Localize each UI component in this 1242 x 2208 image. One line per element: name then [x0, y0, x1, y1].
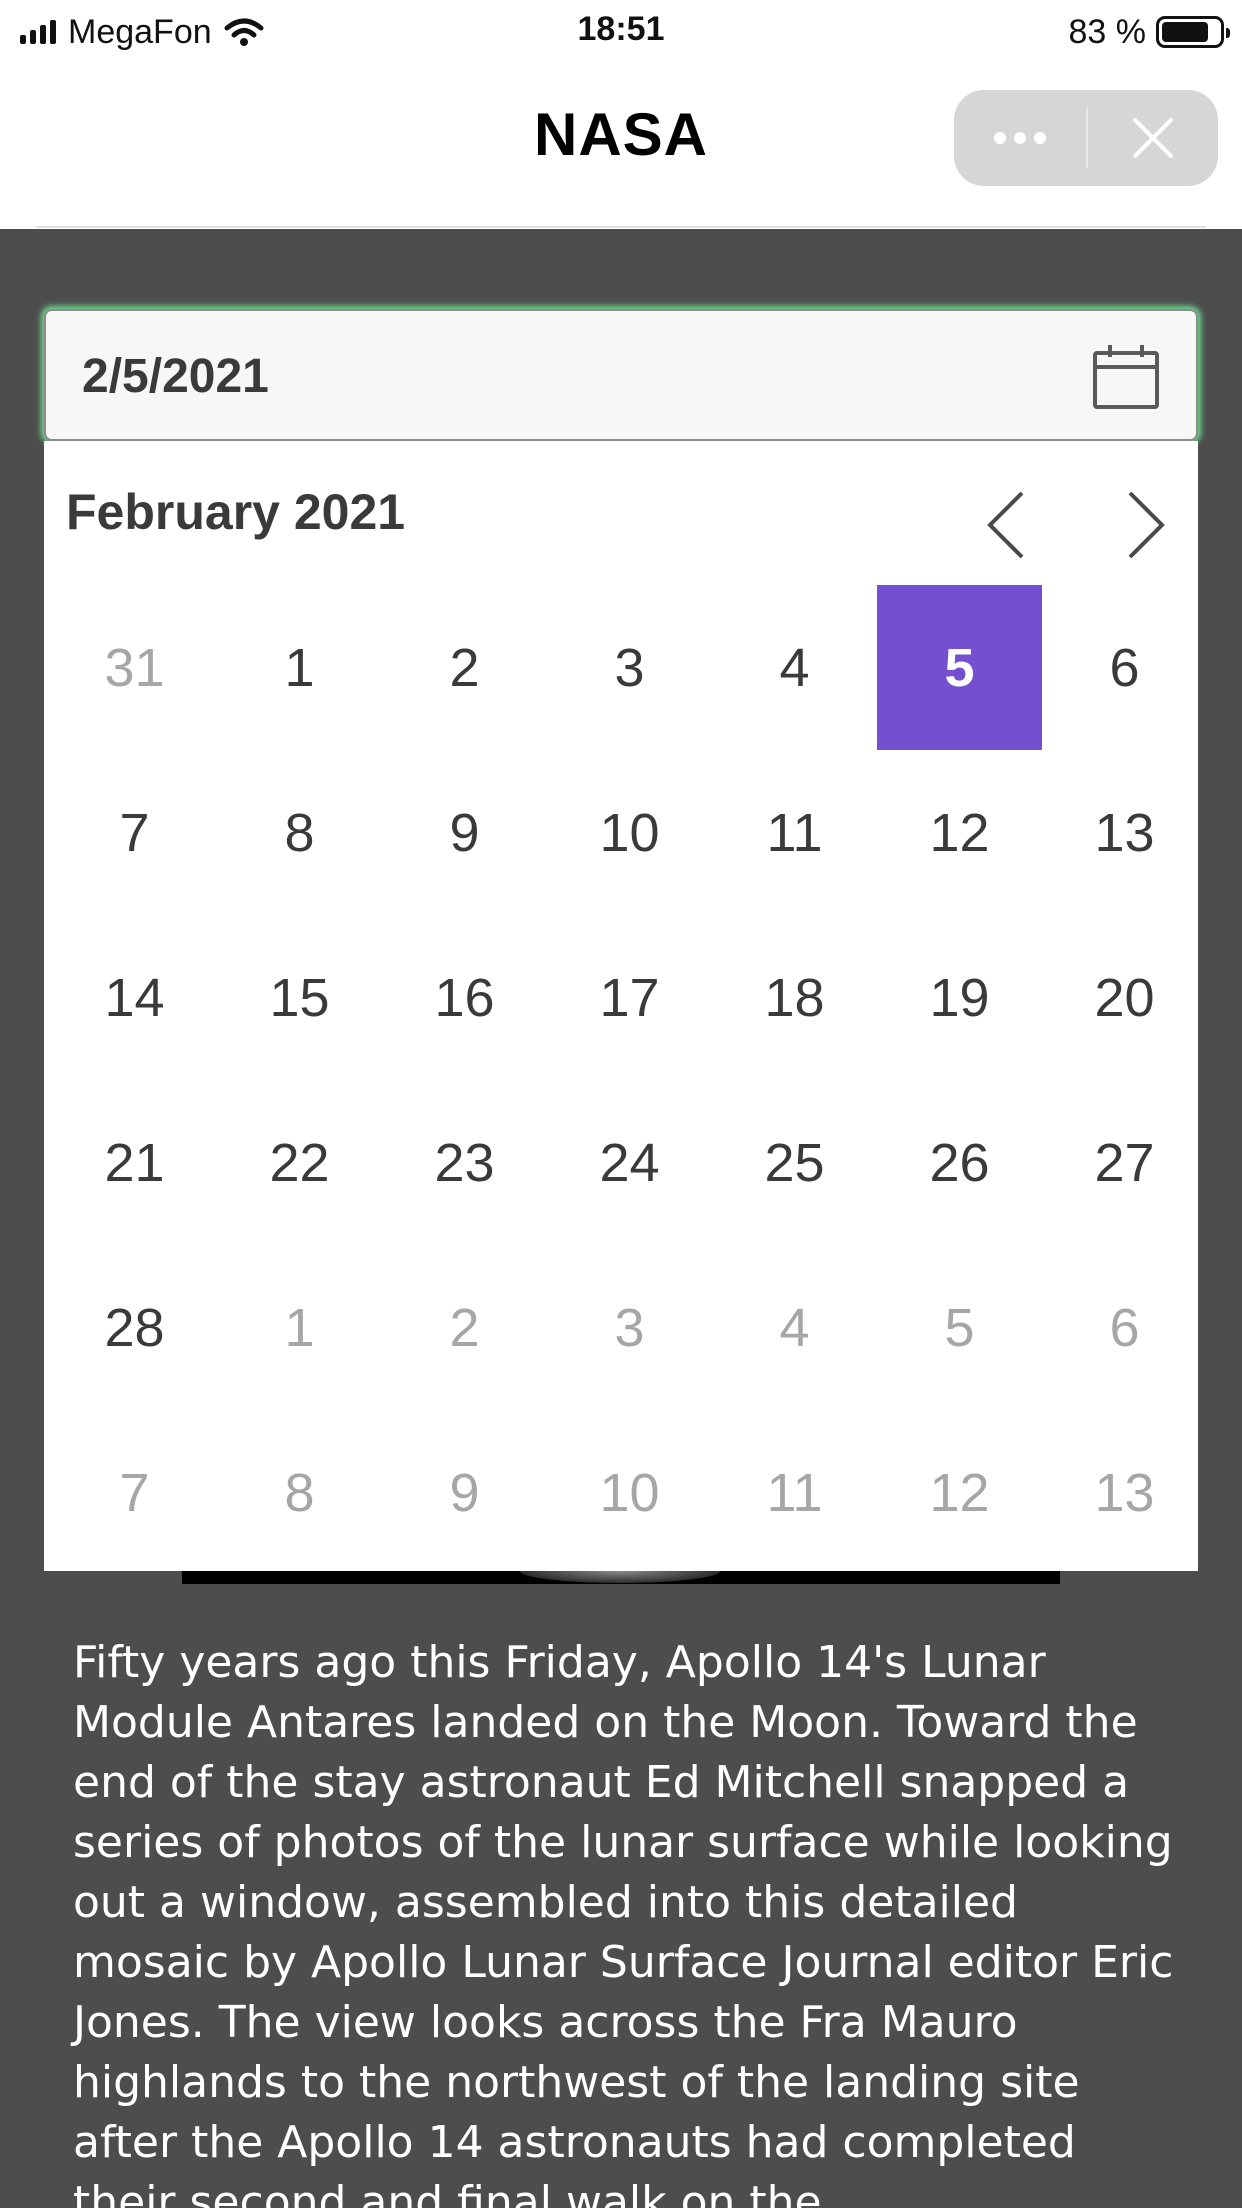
apod-image [182, 1571, 1060, 1584]
calendar-day[interactable]: 6 [1042, 585, 1207, 750]
calendar-day[interactable]: 15 [217, 915, 382, 1080]
calendar-day[interactable]: 1 [217, 1245, 382, 1410]
calendar-day[interactable]: 31 [52, 585, 217, 750]
calendar-day-grid: 31 1 2 3 4 5 6 7 8 9 10 11 12 13 14 15 16 17 18 19 20 21 22 23 2… [52, 585, 1207, 1575]
calendar-day[interactable]: 27 [1042, 1080, 1207, 1245]
calendar-day[interactable]: 2 [382, 585, 547, 750]
calendar-day[interactable]: 14 [52, 915, 217, 1080]
mini-program-capsule [954, 90, 1218, 186]
calendar-day[interactable]: 18 [712, 915, 877, 1080]
calendar-day[interactable]: 3 [547, 585, 712, 750]
apod-description: Fifty years ago this Friday, Apollo 14's… [73, 1637, 1174, 2208]
calendar-day[interactable]: 11 [712, 750, 877, 915]
status-bar: MegaFon 18:51 83 % [0, 0, 1242, 62]
calendar-day[interactable]: 26 [877, 1080, 1042, 1245]
calendar-day[interactable]: 12 [877, 750, 1042, 915]
calendar-day[interactable]: 19 [877, 915, 1042, 1080]
battery-level [1162, 22, 1209, 42]
calendar-day[interactable]: 7 [52, 1410, 217, 1575]
calendar-month-label: February 2021 [66, 484, 406, 540]
calendar-day[interactable]: 17 [547, 915, 712, 1080]
calendar-day[interactable]: 7 [52, 750, 217, 915]
status-time: 18:51 [577, 10, 665, 48]
chevron-left-icon[interactable] [956, 475, 1056, 575]
calendar-day[interactable]: 20 [1042, 915, 1207, 1080]
battery-percent: 83 % [1068, 12, 1147, 51]
calendar-icon[interactable] [1092, 343, 1160, 411]
calendar-day[interactable]: 4 [712, 1245, 877, 1410]
calendar-day[interactable]: 2 [382, 1245, 547, 1410]
calendar-day[interactable]: 28 [52, 1245, 217, 1410]
calendar-day[interactable]: 11 [712, 1410, 877, 1575]
more-icon[interactable] [954, 90, 1086, 186]
calendar-day[interactable]: 12 [877, 1410, 1042, 1575]
calendar-day[interactable]: 13 [1042, 750, 1207, 915]
calendar-day[interactable]: 5 [877, 1245, 1042, 1410]
calendar-day[interactable]: 24 [547, 1080, 712, 1245]
close-icon[interactable] [1088, 90, 1218, 186]
date-input[interactable]: 2/5/2021 [44, 309, 1198, 441]
nav-divider [36, 226, 1206, 228]
calendar-day[interactable]: 16 [382, 915, 547, 1080]
calendar-day[interactable]: 21 [52, 1080, 217, 1245]
calendar-day[interactable]: 23 [382, 1080, 547, 1245]
calendar-day[interactable]: 9 [382, 1410, 547, 1575]
calendar-day[interactable]: 10 [547, 750, 712, 915]
chevron-right-icon[interactable] [1096, 475, 1196, 575]
calendar-day[interactable]: 3 [547, 1245, 712, 1410]
battery-tip [1226, 28, 1230, 38]
calendar-day[interactable]: 25 [712, 1080, 877, 1245]
apod-image-detail [520, 1571, 720, 1583]
calendar-popup: February 2021 31 1 2 3 4 5 6 7 8 9 10 11 12 13 14 15 16 1… [44, 441, 1198, 1571]
calendar-day[interactable]: 6 [1042, 1245, 1207, 1410]
calendar-day[interactable]: 1 [217, 585, 382, 750]
date-input-value: 2/5/2021 [82, 350, 269, 403]
calendar-day[interactable]: 8 [217, 1410, 382, 1575]
calendar-day[interactable]: 10 [547, 1410, 712, 1575]
calendar-day[interactable]: 22 [217, 1080, 382, 1245]
nav-bar: NASA [0, 62, 1242, 229]
status-right: 83 % [1068, 12, 1230, 52]
calendar-day-selected[interactable]: 5 [877, 585, 1042, 750]
battery-icon [1156, 16, 1230, 48]
calendar-day[interactable]: 4 [712, 585, 877, 750]
calendar-day[interactable]: 13 [1042, 1410, 1207, 1575]
calendar-day[interactable]: 8 [217, 750, 382, 915]
calendar-day[interactable]: 9 [382, 750, 547, 915]
